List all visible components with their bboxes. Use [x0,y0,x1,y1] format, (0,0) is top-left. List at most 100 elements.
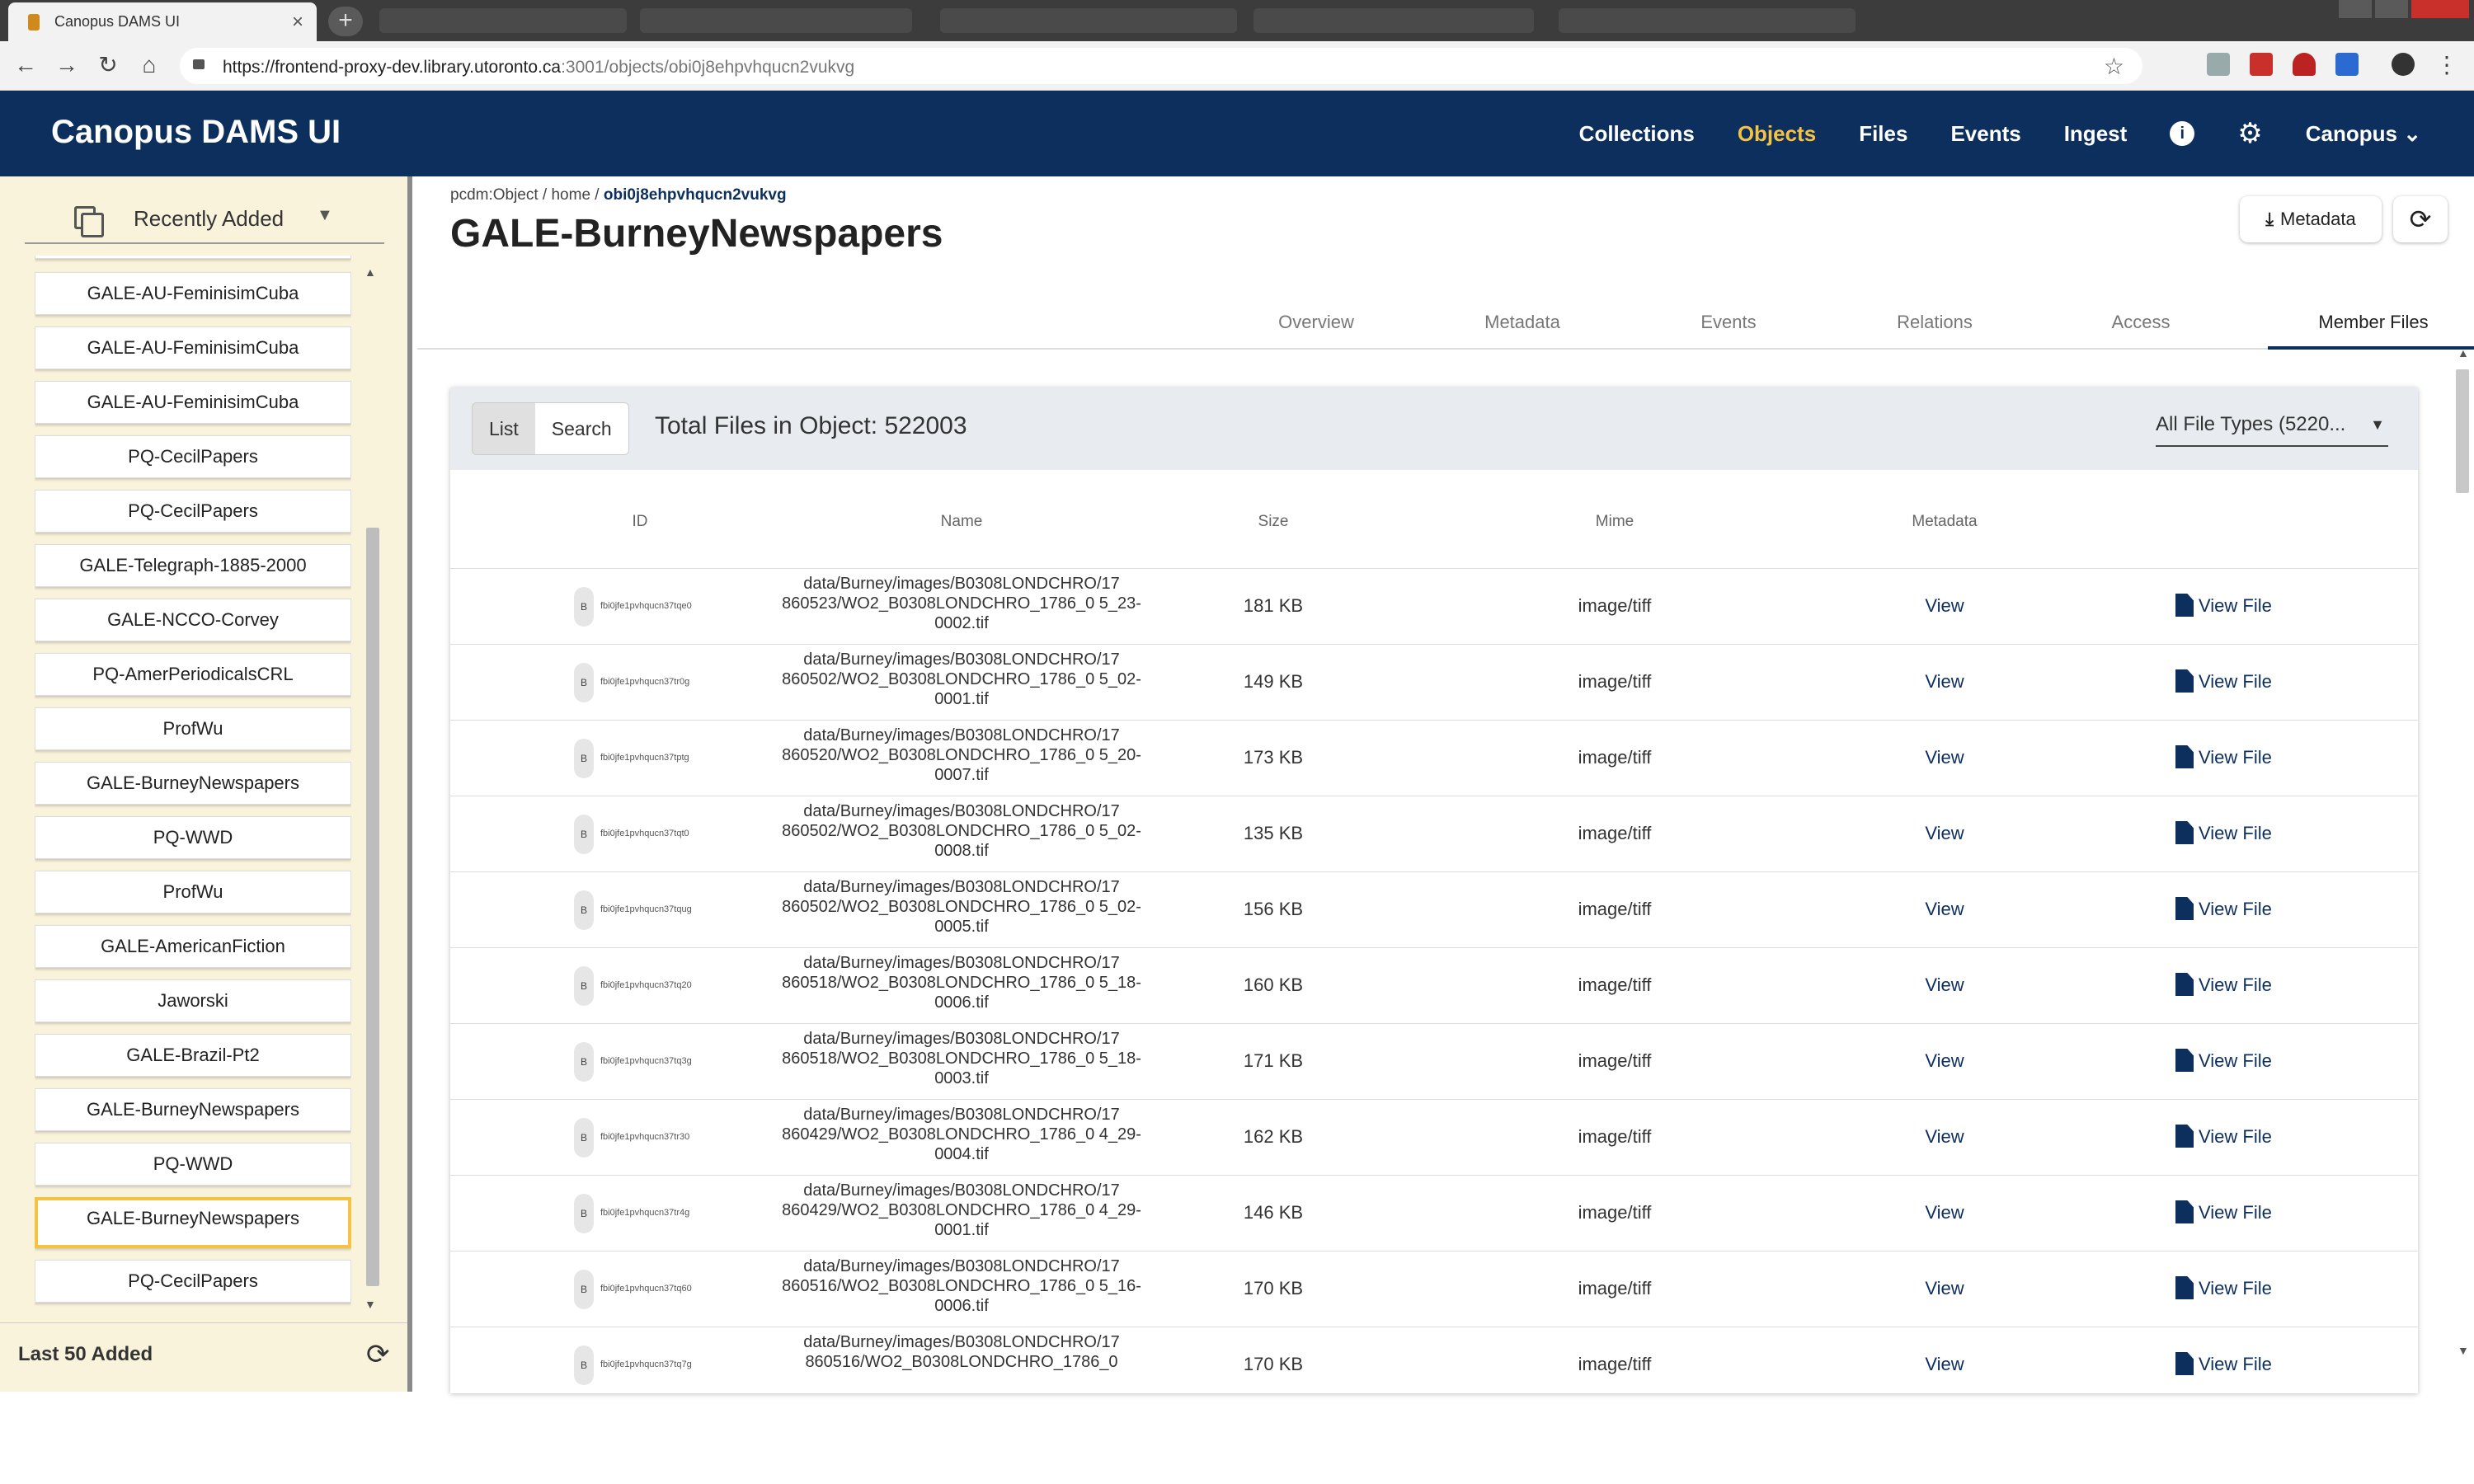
sidebar-item[interactable]: GALE-Telegraph-1885-2000 [35,544,351,587]
sidebar-item[interactable]: ProfWu [35,707,351,750]
view-metadata-link[interactable]: View [1844,899,2045,920]
gear-icon[interactable]: ⚙ [2237,117,2262,150]
view-file-link[interactable]: View File [2175,1276,2272,1303]
view-file-link[interactable]: View File [2175,1200,2272,1227]
nav-files[interactable]: Files [1859,121,1907,147]
nav-collections[interactable]: Collections [1579,121,1695,147]
extension-dropbox-icon[interactable] [2335,53,2359,76]
sidebar-dropdown[interactable]: Recently Added ▼ [25,191,384,244]
sidebar-item[interactable]: ProfWu [35,871,351,913]
sidebar-item[interactable]: GALE-AU-FeminisimCuba [35,326,351,369]
new-tab-button[interactable]: + [328,7,363,36]
extension-shield-icon[interactable] [2293,53,2316,76]
view-metadata-link[interactable]: View [1844,974,2045,996]
tab-access[interactable]: Access [2075,300,2207,350]
nav-objects[interactable]: Objects [1738,121,1816,147]
extension-mail-icon[interactable] [2250,53,2273,76]
back-icon[interactable]: ← [12,51,40,79]
file-name: data/Burney/images/B0308LONDCHRO/17 8605… [803,1333,1120,1371]
close-window-button[interactable] [2411,0,2469,18]
file-name: data/Burney/images/B0308LONDCHRO/17 8605… [782,726,1141,784]
sidebar-item[interactable]: PQ-WWD [35,1143,351,1186]
sidebar-item[interactable]: GALE-NCCO-Corvey [35,599,351,641]
refresh-button[interactable]: ⟳ [2393,196,2448,242]
background-tab[interactable] [1559,8,1856,33]
view-metadata-link[interactable]: View [1844,823,2045,844]
tab-member-files[interactable]: Member Files [2268,300,2474,350]
app-brand[interactable]: Canopus DAMS UI [51,114,341,151]
scroll-down-icon[interactable]: ▼ [365,1298,376,1311]
lock-icon [193,59,205,69]
sidebar-item[interactable]: Jaworski [35,979,351,1022]
view-metadata-link[interactable]: View [1844,1202,2045,1223]
view-metadata-link[interactable]: View [1844,747,2045,768]
view-file-link[interactable]: View File [2175,594,2272,620]
info-icon[interactable]: i [2170,121,2195,146]
breadcrumb-path[interactable]: pcdm:Object / home / [450,186,604,204]
file-name: data/Burney/images/B0308LONDCHRO/17 8605… [782,878,1141,936]
home-icon[interactable]: ⌂ [135,51,163,79]
view-file-link[interactable]: View File [2175,821,2272,848]
sidebar-item[interactable]: GALE-AmericanFiction [35,925,351,968]
minimize-window-button[interactable] [2339,0,2372,18]
view-file-link[interactable]: View File [2175,897,2272,923]
sidebar-item[interactable]: GALE-BurneyNewspapers [35,1088,351,1131]
address-bar[interactable]: https://frontend-proxy-dev.library.utoro… [180,48,2142,84]
view-file-link[interactable]: View File [2175,745,2272,772]
view-file-link[interactable]: View File [2175,1352,2272,1378]
copy-icon [74,206,104,237]
scroll-up-icon[interactable]: ▲ [2458,346,2469,359]
background-tab[interactable] [940,8,1237,33]
background-tab[interactable] [1253,8,1534,33]
view-file-link[interactable]: View File [2175,669,2272,696]
view-metadata-link[interactable]: View [1844,1278,2045,1299]
page-scrollbar[interactable]: ▲ ▼ [2451,346,2474,1369]
forward-icon[interactable]: → [53,51,81,79]
tab-events[interactable]: Events [1663,300,1794,350]
sidebar-item[interactable]: PQ-CecilPapers [35,435,351,478]
sidebar-item[interactable]: GALE-BurneyNewspapers [35,762,351,805]
nav-ingest[interactable]: Ingest [2064,121,2128,147]
close-tab-icon[interactable]: × [292,11,303,34]
view-metadata-link[interactable]: View [1844,1354,2045,1375]
view-file-link[interactable]: View File [2175,1049,2272,1075]
view-metadata-link[interactable]: View [1844,1126,2045,1148]
file-mime: image/tiff [1578,671,1652,692]
background-tab[interactable] [379,8,627,33]
sidebar-scrollbar[interactable]: ▲ ▼ [365,256,381,1484]
maximize-window-button[interactable] [2375,0,2408,18]
sidebar-item[interactable]: GALE-Brazil-Pt2 [35,1034,351,1077]
view-metadata-link[interactable]: View [1844,595,2045,617]
extension-cloud-icon[interactable] [2207,53,2230,76]
scroll-up-icon[interactable]: ▲ [365,265,376,279]
refresh-icon[interactable]: ⟳ [366,1338,390,1371]
sidebar-item[interactable]: PQ-CecilPapers [35,1260,351,1303]
sidebar-item[interactable]: PQ-CecilPapers [35,490,351,533]
page-scroll-thumb[interactable] [2456,369,2469,493]
sidebar-scroll-thumb[interactable] [366,528,379,1286]
scroll-down-icon[interactable]: ▼ [2458,1344,2469,1357]
profile-avatar[interactable] [2392,53,2415,76]
background-tab[interactable] [640,8,912,33]
sidebar-item-partial[interactable] [35,256,351,259]
browser-tab[interactable]: Canopus DAMS UI × [8,2,317,41]
sidebar-item[interactable]: PQ-AmerPeriodicalsCRL [35,653,351,696]
view-metadata-link[interactable]: View [1844,1050,2045,1072]
file-name: data/Burney/images/B0308LONDCHRO/17 8605… [782,954,1141,1012]
sidebar-item-selected[interactable]: GALE-BurneyNewspapers [35,1197,351,1248]
view-file-link[interactable]: View File [2175,1125,2272,1151]
view-file-link[interactable]: View File [2175,973,2272,999]
tab-overview[interactable]: Overview [1250,300,1382,350]
reload-icon[interactable]: ↻ [94,51,122,79]
view-metadata-link[interactable]: View [1844,671,2045,693]
browser-menu-icon[interactable]: ⋮ [2433,51,2461,79]
tab-metadata[interactable]: Metadata [1456,300,1588,350]
nav-events[interactable]: Events [1950,121,2020,147]
sidebar-item[interactable]: GALE-AU-FeminisimCuba [35,381,351,424]
sidebar-item[interactable]: GALE-AU-FeminisimCuba [35,272,351,315]
download-metadata-button[interactable]: ⤓ Metadata [2240,196,2382,242]
user-menu[interactable]: Canopus ⌄ [2306,121,2421,147]
bookmark-star-icon[interactable]: ☆ [2104,53,2124,80]
tab-relations[interactable]: Relations [1869,300,2001,350]
sidebar-item[interactable]: PQ-WWD [35,816,351,859]
